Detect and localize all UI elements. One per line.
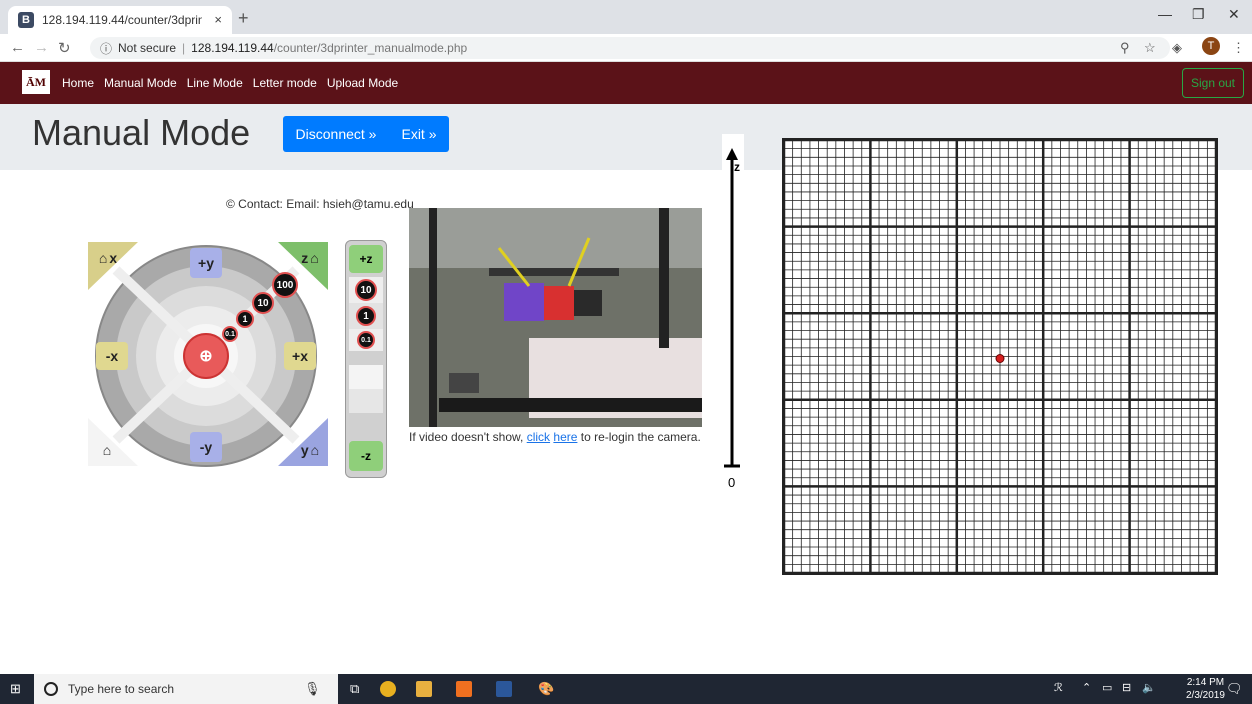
xy-control-pad: ⌂ x z ⌂ ⌂ y ⌂ +y -y -x +x 100 10 1 0.1 ⊕ <box>86 240 336 468</box>
nav-manual-mode[interactable]: Manual Mode <box>104 76 177 90</box>
home-z-label: z <box>301 250 309 266</box>
z-step-10-label: 10 <box>355 279 377 301</box>
taskbar-search-box[interactable]: Type here to search <box>34 674 338 704</box>
exit-button[interactable]: Exit » <box>389 116 449 152</box>
tamu-logo[interactable]: ĀM <box>22 70 50 94</box>
system-clock[interactable]: 2:14 PM 2/3/2019 <box>1186 676 1225 702</box>
search-placeholder: Type here to search <box>68 682 175 696</box>
step-100-button[interactable]: 100 <box>272 272 298 298</box>
windows-start-icon[interactable]: ⊞ <box>10 681 26 697</box>
home-y-label: y <box>300 442 309 458</box>
battery-icon[interactable]: ▭ <box>1102 681 1118 697</box>
close-window-icon[interactable]: ✕ <box>1228 6 1240 23</box>
z-axis <box>722 134 744 474</box>
nozzle-position-marker <box>995 354 1005 363</box>
z-step-1-label: 1 <box>356 306 376 326</box>
plus-x-button[interactable]: +x <box>284 342 316 370</box>
menu-dots-icon[interactable]: ⋮ <box>1232 40 1245 56</box>
sign-out-button[interactable]: Sign out <box>1182 68 1244 98</box>
disconnect-button[interactable]: Disconnect » <box>283 116 389 152</box>
home-icon: ⌂ <box>310 442 320 458</box>
url-host: 128.194.119.44 <box>191 41 274 55</box>
microphone-icon[interactable]: 🎙 <box>304 681 321 697</box>
z-axis-label: z <box>734 160 740 174</box>
camera-feed <box>409 208 702 427</box>
notifications-icon[interactable]: 🗨 <box>1226 681 1243 697</box>
cortana-icon <box>44 682 58 696</box>
clock-date: 2/3/2019 <box>1186 690 1225 701</box>
xampp-icon[interactable] <box>456 681 472 697</box>
forward-icon[interactable]: → <box>34 39 49 56</box>
task-view-icon[interactable]: ⧉ <box>350 681 366 697</box>
nav-home[interactable]: Home <box>62 76 94 90</box>
camera-caption: If video doesn't show, click here to re-… <box>409 430 701 444</box>
tab-title: 128.194.119.44/counter/3dprinte <box>42 13 202 27</box>
new-tab-button[interactable]: + <box>238 8 249 29</box>
url-path: /counter/3dprinter_manualmode.php <box>273 41 468 55</box>
step-0.1-button[interactable]: 0.1 <box>222 326 238 342</box>
step-10-button[interactable]: 10 <box>252 292 274 314</box>
profile-avatar[interactable]: T <box>1202 37 1220 55</box>
z-step-0.1-button[interactable]: 0.1 <box>349 329 383 351</box>
network-icon[interactable]: ⊟ <box>1122 681 1138 697</box>
plus-z-button[interactable]: +z <box>349 245 383 273</box>
printer-camera-image <box>409 208 702 427</box>
zoom-icon[interactable]: ⚲ <box>1120 40 1130 56</box>
z-control-column: +z 10 1 0.1 -z <box>345 240 387 478</box>
tray-up-icon[interactable]: ⌃ <box>1082 681 1098 697</box>
home-icon: ⌂ <box>98 250 108 266</box>
z-axis-zero: 0 <box>728 475 736 490</box>
reload-icon[interactable]: ↻ <box>58 39 71 57</box>
volume-icon[interactable]: 🔈 <box>1142 681 1158 697</box>
url-separator: | <box>182 41 186 55</box>
url-field[interactable]: ⓘ Not secure | 128.194.119.44 /counter/3… <box>90 37 1170 59</box>
home-icon: ⌂ <box>102 442 112 458</box>
bookmark-star-icon[interactable]: ☆ <box>1144 40 1156 56</box>
info-icon[interactable]: ⓘ <box>100 40 112 57</box>
here-link[interactable]: here <box>553 430 577 444</box>
nav-letter-mode[interactable]: Letter mode <box>253 76 317 90</box>
click-link[interactable]: click <box>527 430 550 444</box>
chrome-icon[interactable] <box>380 681 396 697</box>
grid-canvas <box>782 138 1218 575</box>
center-crosshair-icon[interactable]: ⊕ <box>190 342 222 370</box>
address-bar: ← → ↻ ⓘ Not secure | 128.194.119.44 /cou… <box>0 34 1252 62</box>
back-icon[interactable]: ← <box>10 39 25 56</box>
nav-upload-mode[interactable]: Upload Mode <box>327 76 398 90</box>
z-step-blank-1[interactable] <box>349 365 383 389</box>
word-icon[interactable] <box>496 681 512 697</box>
contact-text: © Contact: Email: hsieh@tamu.edu <box>226 197 414 211</box>
paint-icon[interactable]: 🎨 <box>538 681 554 697</box>
windows-taskbar: ⊞ Type here to search 🎙 ⧉ 🎨 ℛ ⌃ ▭ ⊟ 🔈 2:… <box>0 674 1252 704</box>
site-navbar: ĀM Home Manual Mode Line Mode Letter mod… <box>0 62 1252 104</box>
security-label: Not secure <box>118 41 177 55</box>
maximize-icon[interactable]: ❐ <box>1192 6 1205 23</box>
camera-caption-text-end: to re-login the camera. <box>577 430 701 444</box>
minimize-icon[interactable]: — <box>1158 6 1172 22</box>
home-icon: ⌂ <box>310 250 319 266</box>
minus-y-button[interactable]: -y <box>190 432 222 462</box>
nav-line-mode[interactable]: Line Mode <box>187 76 243 90</box>
minus-x-button[interactable]: -x <box>96 342 128 370</box>
z-step-blank-2[interactable] <box>349 389 383 413</box>
plus-y-button[interactable]: +y <box>190 248 222 278</box>
people-icon[interactable]: ℛ <box>1054 681 1070 697</box>
clock-time: 2:14 PM <box>1186 677 1225 688</box>
z-step-1-button[interactable]: 1 <box>349 303 383 329</box>
xy-position-grid[interactable] <box>782 138 1218 575</box>
file-explorer-icon[interactable] <box>416 681 432 697</box>
tab-close-icon[interactable]: × <box>214 12 222 27</box>
minus-z-button[interactable]: -z <box>349 441 383 471</box>
browser-tab[interactable]: B 128.194.119.44/counter/3dprinte × <box>8 6 232 34</box>
z-axis-line <box>724 148 740 468</box>
extension-icon[interactable]: ◈ <box>1172 40 1182 56</box>
z-step-10-button[interactable]: 10 <box>349 277 383 303</box>
step-1-button[interactable]: 1 <box>236 310 254 328</box>
nav-links: Home Manual Mode Line Mode Letter mode U… <box>62 76 398 90</box>
favicon-icon: B <box>18 12 34 28</box>
camera-caption-text: If video doesn't show, <box>409 430 527 444</box>
browser-tabstrip: B 128.194.119.44/counter/3dprinte × + — … <box>0 0 1252 34</box>
page-title: Manual Mode <box>32 112 251 153</box>
z-step-0.1-label: 0.1 <box>357 331 375 349</box>
